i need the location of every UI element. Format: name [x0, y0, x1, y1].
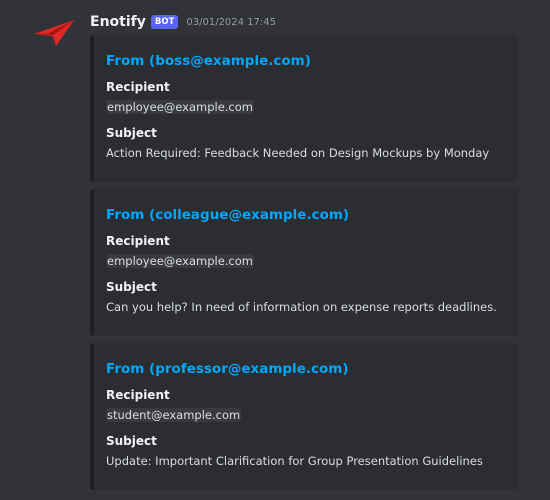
chat-message: Enotify BOT 03/01/2024 17:45 From (boss@…	[0, 0, 550, 500]
message-timestamp: 03/01/2024 17:45	[186, 16, 277, 28]
recipient-code: employee@example.com	[106, 100, 254, 114]
recipient-value: employee@example.com	[106, 253, 507, 269]
author-name[interactable]: Enotify	[90, 14, 146, 30]
bot-badge: BOT	[150, 15, 179, 29]
subject-label: Subject	[106, 434, 157, 448]
subject-label: Subject	[106, 280, 157, 294]
email-embed: From (professor@example.com) Recipient s…	[90, 343, 519, 490]
recipient-label: Recipient	[106, 80, 170, 94]
recipient-label: Recipient	[106, 388, 170, 402]
recipient-label: Recipient	[106, 234, 170, 248]
subject-value: Can you help? In need of information on …	[106, 300, 497, 314]
subject-value: Update: Important Clarification for Grou…	[106, 454, 483, 468]
bot-avatar[interactable]	[32, 18, 76, 48]
email-embed: From (colleague@example.com) Recipient e…	[90, 189, 519, 336]
embed-title: From (colleague@example.com)	[106, 207, 350, 223]
recipient-value: student@example.com	[106, 407, 507, 423]
subject-value: Action Required: Feedback Needed on Desi…	[106, 146, 490, 160]
recipient-code: student@example.com	[106, 408, 242, 422]
subject-label: Subject	[106, 126, 157, 140]
paper-plane-icon	[34, 20, 74, 46]
embed-title: From (boss@example.com)	[106, 53, 311, 69]
embed-title: From (professor@example.com)	[106, 361, 349, 377]
recipient-value: employee@example.com	[106, 99, 507, 115]
message-header: Enotify BOT 03/01/2024 17:45	[90, 12, 276, 32]
recipient-code: employee@example.com	[106, 254, 254, 268]
email-embed: From (boss@example.com) Recipient employ…	[90, 35, 519, 182]
